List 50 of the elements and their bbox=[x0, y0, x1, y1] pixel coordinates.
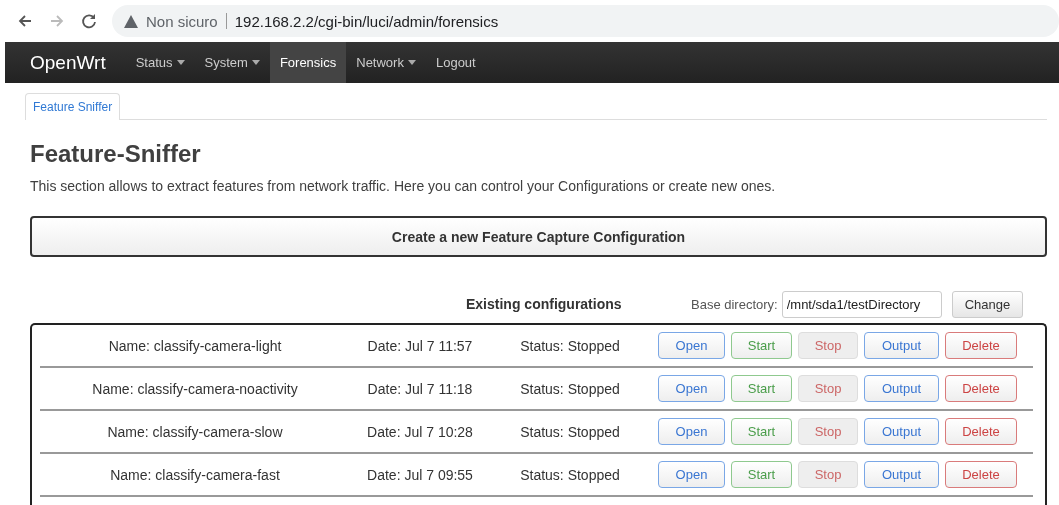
action-button[interactable]: Start bbox=[731, 375, 792, 402]
address-bar[interactable]: Non sicuro 192.168.2.2/cgi-bin/luci/admin/forensics bbox=[112, 5, 1059, 37]
action-button[interactable]: Start bbox=[731, 418, 792, 445]
config-date: Date: Jul 7 09:55 bbox=[366, 466, 474, 483]
nav-item[interactable]: Network bbox=[346, 42, 426, 83]
url-text: 192.168.2.2/cgi-bin/luci/admin/forensics bbox=[234, 12, 499, 30]
caret-icon bbox=[407, 60, 416, 65]
action-button[interactable]: Delete bbox=[945, 461, 1017, 488]
action-button[interactable]: Output bbox=[864, 375, 939, 402]
reload-icon[interactable] bbox=[80, 12, 98, 30]
tab[interactable]: Feature Sniffer bbox=[25, 93, 121, 120]
nav-item[interactable]: Status bbox=[125, 42, 195, 83]
nav-item[interactable]: Forensics bbox=[269, 42, 347, 83]
config-status: Status: Stopped bbox=[519, 423, 621, 440]
action-button[interactable]: Open bbox=[658, 375, 725, 402]
action-button[interactable]: Open bbox=[658, 461, 725, 488]
config-date: Date: Jul 7 11:18 bbox=[366, 380, 474, 397]
action-button[interactable]: Start bbox=[731, 461, 792, 488]
config-date: Date: Jul 7 11:57 bbox=[366, 337, 474, 354]
action-button[interactable]: Open bbox=[658, 418, 725, 445]
config-status: Status: Stopped bbox=[519, 380, 621, 397]
brand-logo[interactable]: OpenWrt bbox=[5, 42, 126, 83]
nav-item[interactable]: Logout bbox=[425, 42, 486, 83]
config-name: Name: classify-camera-fast bbox=[109, 466, 281, 483]
field-label: Base directory: bbox=[691, 296, 778, 312]
action-button[interactable]: Output bbox=[864, 332, 939, 359]
caret-icon bbox=[176, 60, 185, 65]
action-button[interactable]: Output bbox=[864, 418, 939, 445]
security-label: Non sicuro bbox=[146, 12, 218, 30]
page-heading: Feature-Sniffer bbox=[30, 140, 202, 168]
config-name: Name: classify-camera-light bbox=[107, 337, 283, 354]
description-text: This section allows to extract features from network traffic. Here you can control your Configurations or create new ones. bbox=[30, 178, 777, 194]
section-title: Existing configurations bbox=[466, 296, 623, 312]
directory-field[interactable]: /mnt/sda1/testDirectory bbox=[781, 290, 942, 318]
create-button[interactable]: Create a new Feature Capture Configuration bbox=[30, 216, 1047, 257]
caret-icon bbox=[251, 60, 260, 65]
action-button[interactable]: Start bbox=[731, 332, 792, 359]
config-date: Date: Jul 7 10:28 bbox=[366, 423, 474, 440]
action-button[interactable]: Delete bbox=[945, 418, 1017, 445]
action-button[interactable]: Output bbox=[864, 461, 939, 488]
warning-icon bbox=[124, 14, 138, 28]
config-status: Status: Stopped bbox=[519, 466, 621, 483]
config-name: Name: classify-camera-noactivity bbox=[91, 380, 299, 397]
action-button[interactable]: Open bbox=[658, 332, 725, 359]
config-status: Status: Stopped bbox=[519, 337, 621, 354]
action-button[interactable]: Delete bbox=[945, 375, 1017, 402]
action-button[interactable]: Delete bbox=[945, 332, 1017, 359]
change-button[interactable]: Change bbox=[951, 290, 1024, 318]
config-name: Name: classify-camera-slow bbox=[106, 423, 284, 440]
nav-item[interactable]: System bbox=[194, 42, 270, 83]
